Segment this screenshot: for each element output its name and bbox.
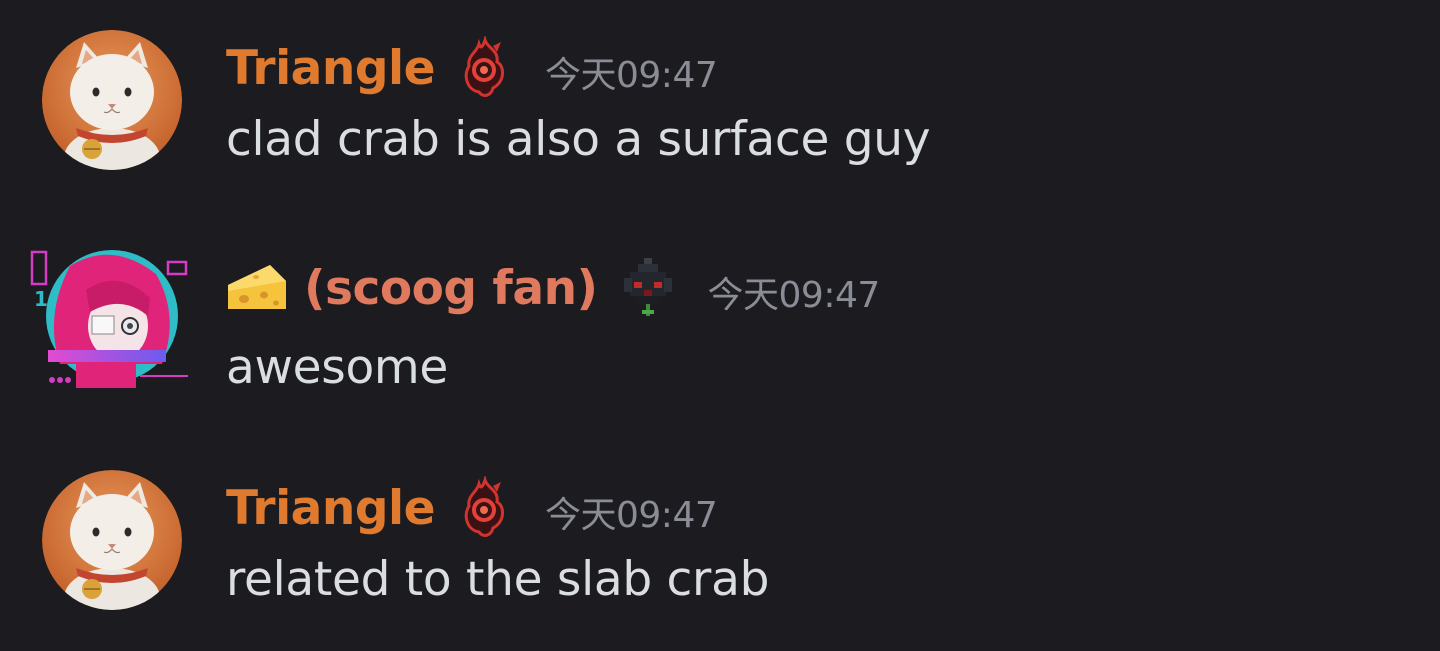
- white-cat-avatar-icon: [42, 470, 182, 610]
- message-item: 1 (scoog fan) 今天09:47 awesome: [0, 246, 1440, 426]
- username[interactable]: Triangle: [226, 41, 436, 96]
- message-item: Triangle 今天09:47 clad crab is also a sur…: [0, 26, 1440, 206]
- svg-text:1: 1: [34, 287, 48, 311]
- timestamp: 今天09:47: [545, 55, 718, 96]
- red-flame-badge-icon[interactable]: [457, 34, 513, 100]
- message-header: Triangle 今天09:47: [226, 34, 718, 100]
- username[interactable]: (scoog fan): [304, 261, 598, 316]
- message-content: awesome: [226, 340, 448, 395]
- chat-message-list: Triangle 今天09:47 clad crab is also a sur…: [0, 0, 1440, 651]
- white-cat-avatar-icon: [42, 30, 182, 170]
- message-header: (scoog fan) 今天09:47: [226, 256, 880, 320]
- cheese-emoji-icon: [226, 263, 288, 313]
- red-flame-badge-icon[interactable]: [457, 474, 513, 540]
- message-content: clad crab is also a surface guy: [226, 112, 931, 167]
- avatar[interactable]: 1: [30, 246, 194, 396]
- avatar[interactable]: [42, 470, 182, 610]
- message-content: related to the slab crab: [226, 552, 770, 607]
- timestamp: 今天09:47: [545, 495, 718, 536]
- avatar[interactable]: [42, 30, 182, 170]
- username[interactable]: Triangle: [226, 481, 436, 536]
- pink-hair-anime-avatar-icon: 1: [30, 250, 188, 388]
- dark-pixel-knight-icon[interactable]: [620, 256, 676, 320]
- message-header: Triangle 今天09:47: [226, 474, 718, 540]
- timestamp: 今天09:47: [707, 275, 881, 316]
- message-item: Triangle 今天09:47 related to the slab cra…: [0, 466, 1440, 646]
